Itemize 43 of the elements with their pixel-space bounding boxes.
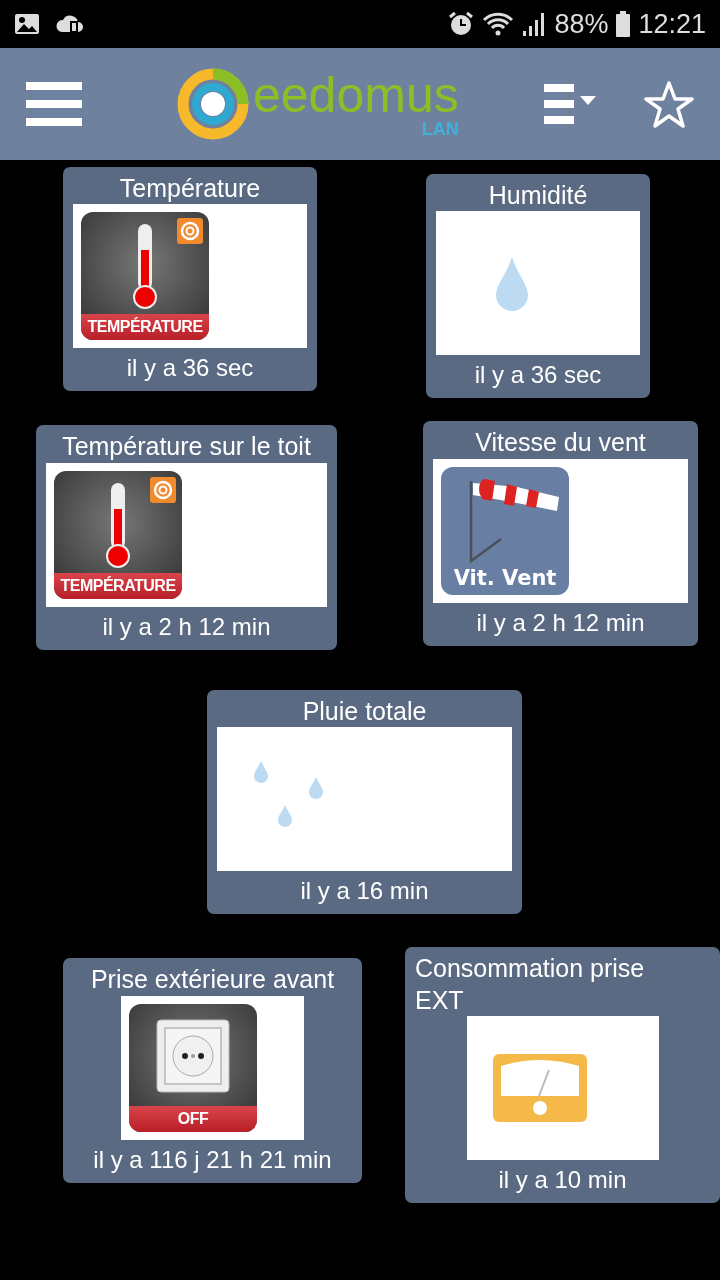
card-title: Température [118, 173, 262, 204]
updated-time: il y a 10 min [497, 1164, 628, 1195]
icon-label: TEMPÉRATURE [81, 314, 209, 341]
clock-time: 12:21 [638, 7, 706, 41]
star-icon[interactable] [644, 80, 694, 128]
card-title: Humidité [487, 180, 589, 211]
logo-subtext: LAN [421, 120, 459, 138]
device-card[interactable]: Pluie totale il y a 16 min [207, 689, 522, 915]
menu-icon[interactable] [26, 82, 82, 126]
signal-icon [522, 11, 547, 37]
list-dropdown-icon[interactable] [544, 84, 596, 124]
alarm-icon [448, 11, 475, 37]
card-title: Température sur le toit [61, 431, 312, 463]
thermometer-icon [133, 224, 157, 311]
icon-label: OFF [129, 1105, 257, 1132]
icon-label: Vit. Vent [452, 564, 558, 592]
card-title: Vitesse du vent [474, 427, 647, 459]
battery-icon [616, 11, 631, 37]
battery-percent: 88% [554, 7, 609, 41]
wifi-icon [482, 11, 515, 37]
card-title: Pluie totale [301, 695, 428, 727]
thermometer-icon [106, 482, 130, 569]
device-card[interactable]: Humidité il y a 36 sec [426, 174, 650, 399]
logo-icon [177, 68, 249, 140]
updated-time: il y a 36 sec [125, 353, 255, 384]
updated-time: il y a 16 min [299, 876, 430, 907]
updated-time: il y a 116 j 21 h 21 min [92, 1144, 333, 1175]
device-card[interactable]: Température TEMPÉRATURE il y a 36 sec [63, 167, 317, 392]
target-icon [150, 476, 176, 503]
updated-time: il y a 2 h 12 min [475, 607, 646, 638]
gallery-icon [14, 13, 40, 35]
card-title: Consommation prise EXT [415, 953, 646, 1016]
target-icon [177, 218, 203, 245]
device-card[interactable]: Vitesse du vent Vit. Vent il y a 2 h 12 min [423, 421, 698, 646]
logo-text: eedomus [253, 70, 459, 120]
device-card[interactable]: Température sur le toit TEMPÉRATURE il y a 2 h 12 min [36, 425, 337, 650]
gauge-icon [492, 1053, 587, 1122]
device-card[interactable]: Prise extérieure avant OFF il y a 116 j 21 h 21 min [63, 958, 362, 1183]
device-card[interactable]: Consommation prise EXT il y a 10 min [405, 947, 720, 1203]
card-title: Prise extérieure avant [89, 964, 336, 996]
updated-time: il y a 36 sec [473, 360, 603, 391]
updated-time: il y a 2 h 12 min [101, 611, 272, 642]
icon-label: TEMPÉRATURE [54, 572, 182, 599]
